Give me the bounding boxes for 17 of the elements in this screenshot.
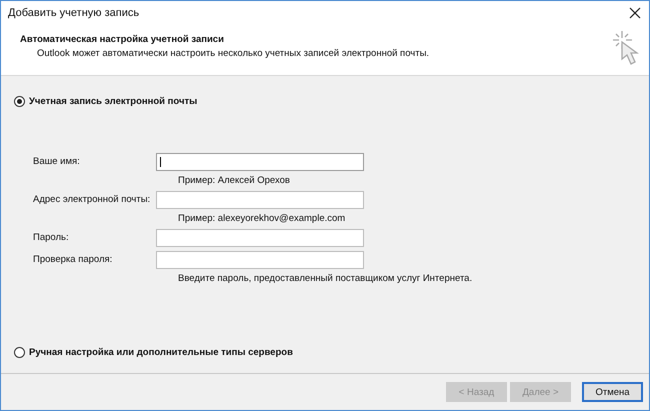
field-label: Ваше имя: <box>33 155 81 169</box>
hint-text: Введите пароль, предоставленный поставщиком услуг Интернета. <box>178 272 472 286</box>
input-field[interactable] <box>156 229 364 247</box>
input-field[interactable] <box>156 191 364 209</box>
input-field[interactable] <box>156 251 364 269</box>
section-description: Outlook может автоматически настроить несколько учетных записей электронной почты. <box>36 48 430 59</box>
field-label: Пароль: <box>33 231 70 245</box>
hint-text: Пример: Алексей Орехов <box>178 174 290 188</box>
dialog-button[interactable]: Отмена <box>582 382 643 402</box>
radio-option[interactable]: Ручная настройка или дополнительные типы серверов <box>14 347 293 358</box>
hint-text: Пример: alexeyorekhov@example.com <box>178 212 346 226</box>
input-field[interactable] <box>156 153 364 171</box>
field-label: Проверка пароля: <box>33 253 114 267</box>
radio-option[interactable]: Учетная запись электронной почты <box>14 96 198 107</box>
window-title: Добавить учетную запись <box>8 7 140 19</box>
section-title: Автоматическая настройка учетной записи <box>20 34 225 45</box>
field-label: Адрес электронной почты: <box>33 193 152 207</box>
